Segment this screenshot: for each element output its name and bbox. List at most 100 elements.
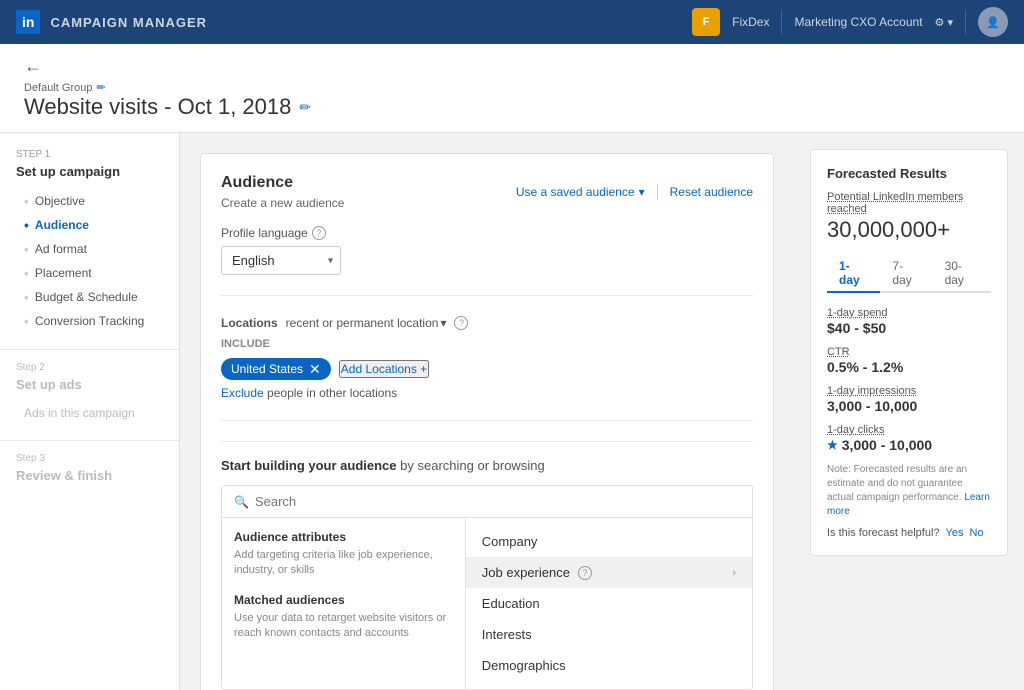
browse-menu-education[interactable]: Education [466, 588, 752, 619]
location-tag-remove-btn[interactable]: ✕ [309, 362, 321, 376]
forecast-clicks-value: ★ 3,000 - 10,000 [827, 437, 991, 453]
step2-title: Set up ads [0, 377, 179, 402]
step3-title: Review & finish [0, 468, 179, 493]
browse-menu-demographics[interactable]: Demographics [466, 650, 752, 681]
sidebar-item-adformat[interactable]: Ad format [0, 237, 179, 261]
forecast-clicks-value-text: 3,000 - 10,000 [842, 437, 932, 453]
step1-label: Step 1 [0, 149, 179, 164]
forecast-helpful-row: Is this forecast helpful? Yes No [827, 527, 991, 539]
edit-group-icon[interactable]: ✏ [96, 81, 105, 94]
locations-section: Locations recent or permanent location ▾… [221, 316, 753, 421]
location-filter-btn[interactable]: recent or permanent location ▾ [286, 316, 447, 330]
breadcrumb: Default Group ✏ [24, 81, 1000, 94]
action-divider [657, 184, 658, 200]
reset-audience-btn[interactable]: Reset audience [670, 185, 753, 199]
sidebar-item-label-placement: Placement [35, 266, 92, 280]
linkedin-logo: in [16, 10, 40, 34]
back-button[interactable]: ← [24, 56, 42, 77]
audience-builder-title: Start building your audience by searchin… [221, 458, 753, 473]
profile-language-label: Profile language ? [221, 226, 753, 240]
forecast-card: Forecasted Results Potential LinkedIn me… [810, 149, 1008, 556]
forecast-impressions-label: 1-day impressions [827, 385, 991, 397]
forecast-yes-btn[interactable]: Yes [946, 527, 964, 539]
search-icon: 🔍 [234, 495, 249, 509]
sidebar-item-label-budget: Budget & Schedule [35, 290, 138, 304]
job-experience-help-icon[interactable]: ? [578, 566, 592, 580]
sidebar-item-conversion[interactable]: Conversion Tracking [0, 309, 179, 333]
forecasted-panel: Forecasted Results Potential LinkedIn me… [794, 133, 1024, 690]
exclude-locations-suffix: people in other locations [267, 386, 397, 400]
forecast-tab-30day[interactable]: 30-day [933, 255, 991, 293]
use-saved-label: Use a saved audience [516, 185, 635, 199]
forecast-spend-label: 1-day spend [827, 307, 991, 319]
sidebar-item-label-adformat: Ad format [35, 242, 87, 256]
clicks-star-icon: ★ [827, 438, 838, 452]
job-experience-arrow: › [732, 567, 736, 579]
sidebar-item-placement[interactable]: Placement [0, 261, 179, 285]
profile-language-help-icon[interactable]: ? [312, 226, 326, 240]
forecast-spend-value: $40 - $50 [827, 320, 991, 336]
audience-card: Audience Create a new audience Use a sav… [200, 153, 774, 690]
forecast-note-text: Note: Forecasted results are an estimate… [827, 464, 967, 503]
search-browse-container: 🔍 Audience attributes Add targeting crit… [221, 485, 753, 690]
use-saved-audience-btn[interactable]: Use a saved audience ▾ [516, 185, 645, 199]
browse-menu-job-experience[interactable]: Job experience ? › [466, 557, 752, 588]
sidebar-item-label-audience: Audience [35, 218, 89, 232]
brand-icon: F [692, 8, 720, 36]
sidebar-item-label-conversion: Conversion Tracking [35, 314, 144, 328]
forecast-tabs: 1-day 7-day 30-day [827, 255, 991, 293]
nav-divider [781, 10, 782, 34]
sidebar-step3: Step 3 Review & finish [0, 440, 179, 493]
add-locations-btn[interactable]: Add Locations + [339, 360, 429, 378]
search-row: 🔍 [222, 486, 752, 518]
sidebar-item-ads: Ads in this campaign [0, 402, 179, 424]
profile-language-section: Profile language ? English ▾ [221, 226, 753, 296]
forecast-impressions: 1-day impressions 3,000 - 10,000 [827, 385, 991, 414]
matched-audiences-section: Matched audiences Use your data to retar… [234, 593, 453, 642]
sidebar-item-label-objective: Objective [35, 194, 85, 208]
location-tags: United States ✕ Add Locations + [221, 358, 753, 380]
breadcrumb-bar: ← Default Group ✏ Website visits - Oct 1… [0, 44, 1024, 133]
forecast-spend: 1-day spend $40 - $50 [827, 307, 991, 336]
sidebar-step2: Step 2 Set up ads Ads in this campaign [0, 349, 179, 424]
edit-page-title-icon[interactable]: ✏ [299, 99, 311, 116]
sidebar: Step 1 Set up campaign Objective Audienc… [0, 133, 180, 690]
card-title-group: Audience Create a new audience [221, 174, 344, 210]
forecast-tab-7day[interactable]: 7-day [880, 255, 932, 293]
step2-label: Step 2 [0, 362, 179, 377]
browse-menu-interests[interactable]: Interests [466, 619, 752, 650]
language-select[interactable]: English [221, 246, 341, 275]
account-settings-icon[interactable]: ⚙ ▾ [935, 16, 953, 29]
forecast-ctr-label: CTR [827, 346, 991, 358]
sidebar-item-audience[interactable]: Audience [0, 213, 179, 237]
browse-menu-company[interactable]: Company [466, 526, 752, 557]
forecast-impressions-value: 3,000 - 10,000 [827, 398, 991, 414]
audience-builder-section: Start building your audience by searchin… [221, 441, 753, 690]
user-avatar[interactable]: 👤 [978, 7, 1008, 37]
account-name[interactable]: Marketing CXO Account [794, 15, 922, 29]
forecast-reached-value: 30,000,000+ [827, 217, 991, 243]
breadcrumb-group-name: Default Group [24, 82, 92, 94]
exclude-locations-link[interactable]: Exclude [221, 386, 264, 400]
locations-help-icon[interactable]: ? [454, 316, 468, 330]
location-filter-arrow: ▾ [440, 316, 446, 330]
forecast-helpful-text: Is this forecast helpful? [827, 527, 940, 539]
locations-header-row: Locations recent or permanent location ▾… [221, 316, 753, 330]
forecast-no-btn[interactable]: No [969, 527, 983, 539]
browse-row: Audience attributes Add targeting criter… [222, 518, 752, 689]
brand-name[interactable]: FixDex [732, 15, 769, 29]
forecast-ctr-value: 0.5% - 1.2% [827, 359, 991, 375]
browse-menu-interests-label: Interests [482, 627, 532, 642]
sidebar-item-budget[interactable]: Budget & Schedule [0, 285, 179, 309]
sidebar-item-objective[interactable]: Objective [0, 189, 179, 213]
forecast-note: Note: Forecasted results are an estimate… [827, 463, 991, 519]
page-title: Website visits - Oct 1, 2018 ✏ [24, 94, 1000, 120]
exclude-locations-row: Exclude people in other locations [221, 386, 753, 400]
browse-menu-education-label: Education [482, 596, 540, 611]
forecast-reached-label: Potential LinkedIn members reached [827, 191, 991, 215]
location-tag-text: United States [231, 362, 303, 376]
audience-search-input[interactable] [255, 494, 740, 509]
forecast-tab-1day[interactable]: 1-day [827, 255, 880, 293]
card-header: Audience Create a new audience Use a sav… [221, 174, 753, 210]
matched-audiences-title: Matched audiences [234, 593, 453, 607]
